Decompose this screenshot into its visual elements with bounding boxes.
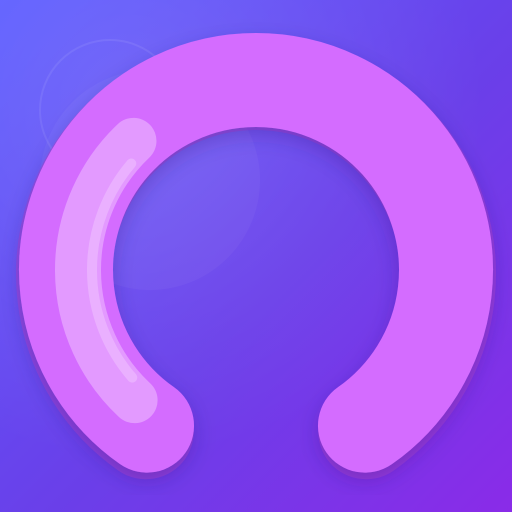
app-icon (0, 0, 512, 512)
app-icon-artwork (0, 0, 512, 512)
